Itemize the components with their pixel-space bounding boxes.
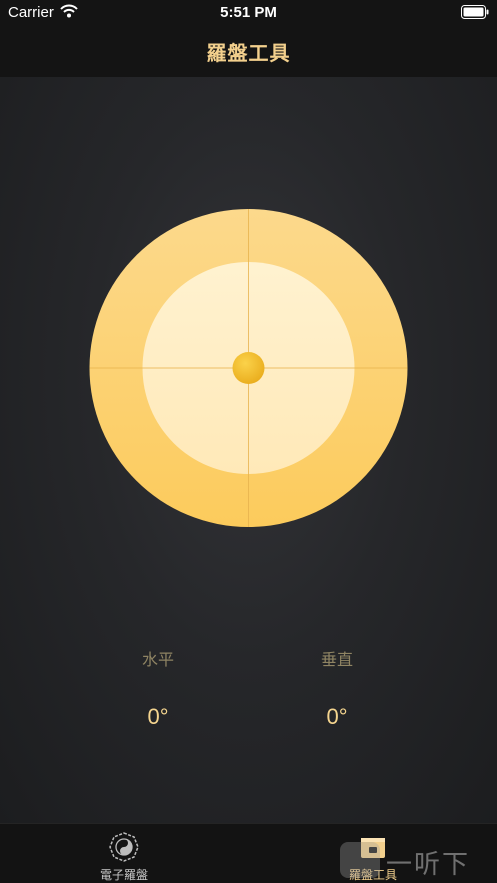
- vertical-angle-value: 0°: [326, 704, 348, 729]
- horizontal-angle-value: 0°: [147, 704, 169, 729]
- page-title: 羅盤工具: [206, 41, 291, 65]
- watermark-text: 一听下载: [386, 850, 471, 880]
- bubble-level: [89, 209, 408, 527]
- tab-electronic-compass[interactable]: 電子羅盤: [64, 824, 184, 883]
- level-tool-area: 水平 垂直 0° 0°: [0, 77, 497, 823]
- level-bubble: [232, 352, 265, 384]
- navigation-bar: 羅盤工具: [0, 26, 497, 77]
- watermark-logo: [340, 842, 380, 878]
- horizontal-label: 水平: [141, 650, 174, 669]
- tab-label: 電子羅盤: [99, 868, 148, 882]
- status-time: 5:51 PM: [220, 4, 277, 21]
- battery-icon: [461, 5, 489, 19]
- bagua-compass-icon: [109, 832, 139, 862]
- screen: Carrier 5:51 PM 羅盤工具 水平 垂直 0° 0° 電子羅盤 羅盤…: [0, 0, 497, 883]
- status-bar: Carrier 5:51 PM: [0, 0, 497, 26]
- watermark: 一听下载: [340, 838, 497, 883]
- vertical-label: 垂直: [320, 650, 353, 669]
